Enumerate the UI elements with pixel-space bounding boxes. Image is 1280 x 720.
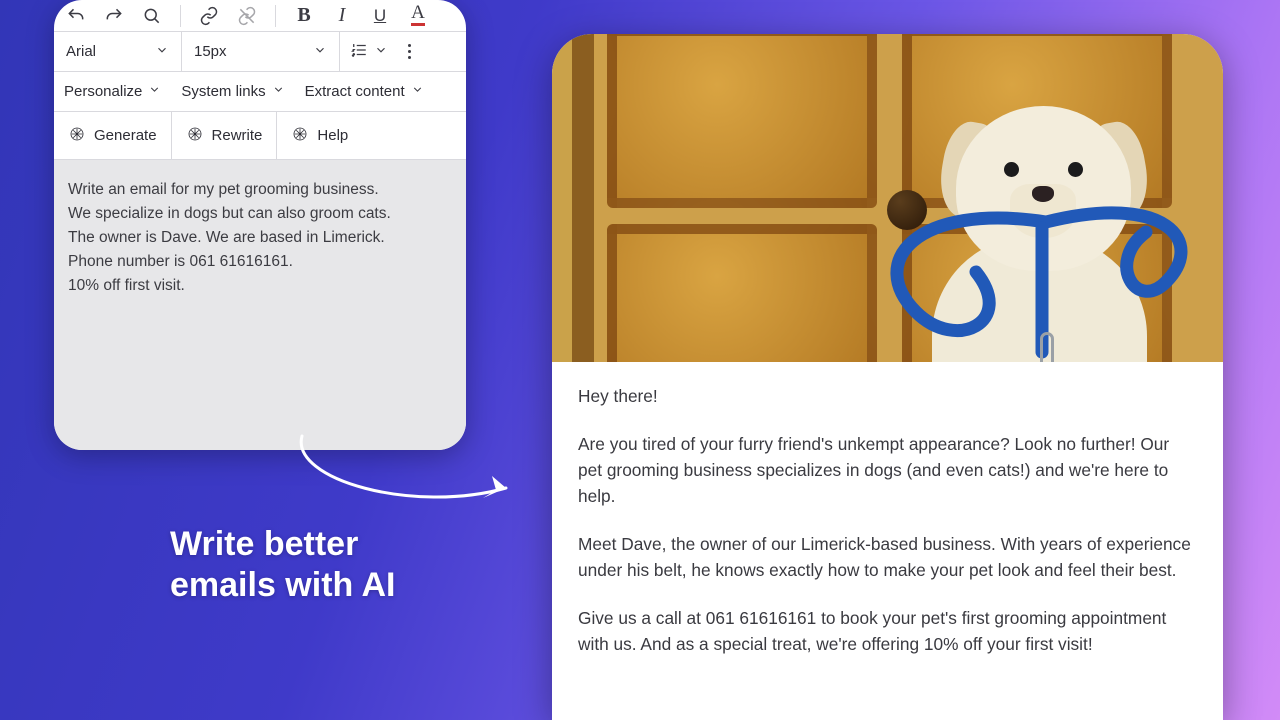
email-greeting: Hey there! bbox=[578, 384, 1197, 410]
link-icon[interactable] bbox=[195, 2, 223, 30]
toolbar-ai-row: Generate Rewrite Help bbox=[54, 112, 466, 160]
marketing-tagline: Write better emails with AI bbox=[170, 524, 395, 607]
personalize-dropdown[interactable]: Personalize bbox=[54, 72, 171, 111]
list-controls[interactable] bbox=[340, 32, 466, 71]
chevron-down-icon bbox=[155, 43, 169, 61]
email-paragraph-2: Meet Dave, the owner of our Limerick-bas… bbox=[578, 532, 1197, 584]
font-family-select[interactable]: Arial bbox=[54, 32, 182, 71]
font-size-select[interactable]: 15px bbox=[182, 32, 340, 71]
ai-sparkle-icon bbox=[291, 125, 309, 147]
undo-icon[interactable] bbox=[62, 2, 90, 30]
email-paragraph-3: Give us a call at 061 61616161 to book y… bbox=[578, 606, 1197, 658]
font-color-button[interactable]: A bbox=[404, 2, 432, 30]
dog-illustration bbox=[862, 76, 1222, 362]
ai-sparkle-icon bbox=[186, 125, 204, 147]
connector-arrow bbox=[284, 432, 524, 522]
font-family-value: Arial bbox=[66, 43, 96, 60]
tagline-line2: emails with AI bbox=[170, 565, 395, 606]
chevron-down-icon bbox=[313, 43, 327, 61]
rewrite-button[interactable]: Rewrite bbox=[172, 112, 278, 159]
bold-button[interactable]: B bbox=[290, 2, 318, 30]
extract-content-dropdown[interactable]: Extract content bbox=[295, 72, 434, 111]
email-body: Hey there! Are you tired of your furry f… bbox=[552, 362, 1223, 680]
email-preview: Hey there! Are you tired of your furry f… bbox=[552, 34, 1223, 720]
more-options-icon[interactable] bbox=[408, 44, 411, 59]
email-hero-image bbox=[552, 34, 1223, 362]
search-icon[interactable] bbox=[138, 2, 166, 30]
system-links-dropdown[interactable]: System links bbox=[171, 72, 294, 111]
help-button[interactable]: Help bbox=[277, 112, 362, 159]
toolbar-font-row: Arial 15px bbox=[54, 32, 466, 72]
email-paragraph-1: Are you tired of your furry friend's unk… bbox=[578, 432, 1197, 510]
editor-textarea[interactable]: Write an email for my pet grooming busin… bbox=[54, 160, 466, 450]
chevron-down-icon bbox=[411, 83, 424, 100]
italic-button[interactable]: I bbox=[328, 2, 356, 30]
tagline-line1: Write better bbox=[170, 524, 395, 565]
rich-text-editor: B I U A Arial 15px Personalize bbox=[54, 0, 466, 450]
chevron-down-icon bbox=[272, 83, 285, 100]
generate-button[interactable]: Generate bbox=[54, 112, 172, 159]
numbered-list-icon bbox=[350, 41, 368, 63]
toolbar-format-row: B I U A bbox=[54, 0, 466, 32]
ai-sparkle-icon bbox=[68, 125, 86, 147]
font-size-value: 15px bbox=[194, 43, 227, 60]
redo-icon[interactable] bbox=[100, 2, 128, 30]
unlink-icon[interactable] bbox=[233, 2, 261, 30]
chevron-down-icon bbox=[374, 43, 388, 61]
toolbar-dropdowns-row: Personalize System links Extract content bbox=[54, 72, 466, 112]
underline-button[interactable]: U bbox=[366, 2, 394, 30]
chevron-down-icon bbox=[148, 83, 161, 100]
